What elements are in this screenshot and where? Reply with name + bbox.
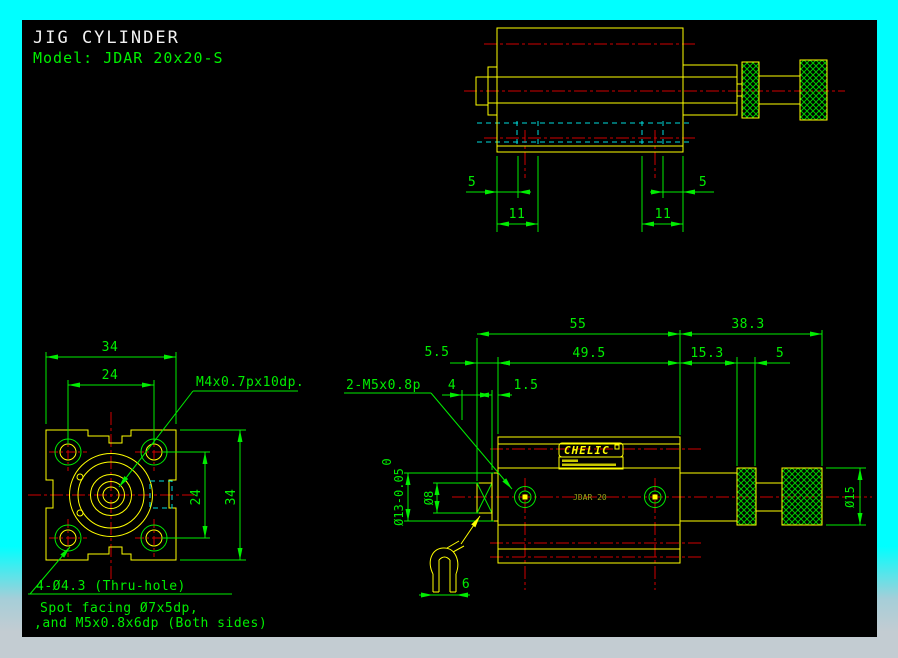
dim-label: 4 — [448, 378, 456, 393]
dim-label: 55 — [570, 317, 587, 332]
cad-application-window: JIG CYLINDER Model: JDAR 20x20-S — [0, 0, 898, 658]
dim-label: 15.3 — [690, 346, 723, 361]
brand-label: CHELIC — [559, 443, 623, 469]
cad-drawing: JIG CYLINDER Model: JDAR 20x20-S — [22, 20, 877, 637]
dim-label: 5 — [776, 346, 784, 361]
center-thread-note: M4x0.7px10dp. — [196, 375, 304, 390]
dim-label: 5.5 — [425, 345, 450, 360]
dim-label: Ø15 — [843, 486, 857, 508]
title-block: JIG CYLINDER Model: JDAR 20x20-S — [33, 28, 224, 67]
dim-label: 11 — [509, 207, 526, 222]
side-view-group: CHELIC JDAR 20 55 38.3 — [344, 317, 872, 595]
drawing-canvas: JIG CYLINDER Model: JDAR 20x20-S — [22, 20, 877, 637]
dim-label: 6 — [462, 577, 470, 592]
corner-hole-note: 4-Ø4.3 (Thru-hole) — [36, 579, 186, 594]
wrench-symbol — [430, 516, 480, 592]
knurled-knob-2-side — [782, 468, 822, 525]
port-thread-note: 2-M5x0.8p — [346, 378, 421, 393]
top-view-group: 5 11 11 5 — [464, 28, 845, 232]
spot-facing-note-1: Spot facing Ø7x5dp, — [40, 601, 198, 616]
knurled-knob-1-side — [737, 468, 756, 525]
front-view-group: 34 24 24 34 M4x0.7px10dp. 4-Ø4.3 ( — [28, 340, 304, 631]
rod-housing-top — [683, 65, 737, 115]
dim-label: 49.5 — [572, 346, 605, 361]
model-label: Model: JDAR 20x20-S — [33, 49, 224, 67]
dim-label: 0 — [380, 458, 394, 465]
dim-label: 24 — [102, 368, 119, 383]
knurled-knob-2-top — [800, 60, 827, 120]
brand-name: CHELIC — [564, 444, 610, 457]
dim-label: 5 — [468, 175, 476, 190]
dim-label: 34 — [224, 489, 239, 506]
drawing-title: JIG CYLINDER — [33, 28, 180, 48]
dim-label: 24 — [189, 489, 204, 506]
dim-label: Ø8 — [422, 491, 436, 505]
spot-facing-note-2: ,and M5x0.8x6dp (Both sides) — [34, 616, 267, 631]
body-marking: JDAR 20 — [573, 493, 607, 502]
dim-label: 1.5 — [514, 378, 539, 393]
dim-label: 11 — [655, 207, 672, 222]
dim-label: 34 — [102, 340, 119, 355]
dim-label: 5 — [699, 175, 707, 190]
knurled-knob-1-top — [742, 62, 759, 118]
dim-label: Ø13-0.05 — [392, 468, 406, 526]
dim-label: 38.3 — [731, 317, 764, 332]
